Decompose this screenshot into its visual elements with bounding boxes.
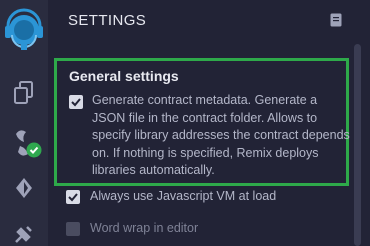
- plugin-icon[interactable]: [12, 222, 36, 246]
- files-icon[interactable]: [12, 80, 36, 106]
- panel-title: SETTINGS: [68, 12, 147, 29]
- icon-panel: [0, 0, 48, 246]
- remix-logo-icon[interactable]: [2, 8, 46, 54]
- checkmark-icon: [68, 193, 78, 202]
- settings-panel: SETTINGS General settings Generate contr…: [48, 0, 370, 246]
- javascript-vm-label: Always use Javascript VM at load: [90, 189, 277, 203]
- word-wrap-label: Word wrap in editor: [90, 221, 199, 235]
- compiler-icon[interactable]: [10, 124, 44, 164]
- javascript-vm-checkbox[interactable]: [66, 190, 80, 204]
- deploy-icon[interactable]: [12, 176, 36, 200]
- section-title: General settings: [69, 68, 179, 84]
- general-settings-section: General settings Generate contract metad…: [54, 58, 350, 186]
- remix-ide: SETTINGS General settings Generate contr…: [0, 0, 370, 246]
- word-wrap-checkbox[interactable]: [66, 222, 80, 236]
- generate-metadata-label: Generate contract metadata. Generate a J…: [92, 93, 350, 177]
- panel-scrollbar[interactable]: [354, 44, 361, 246]
- document-icon[interactable]: [330, 13, 342, 27]
- checkmark-icon: [71, 98, 81, 107]
- generate-metadata-checkbox[interactable]: [69, 95, 83, 109]
